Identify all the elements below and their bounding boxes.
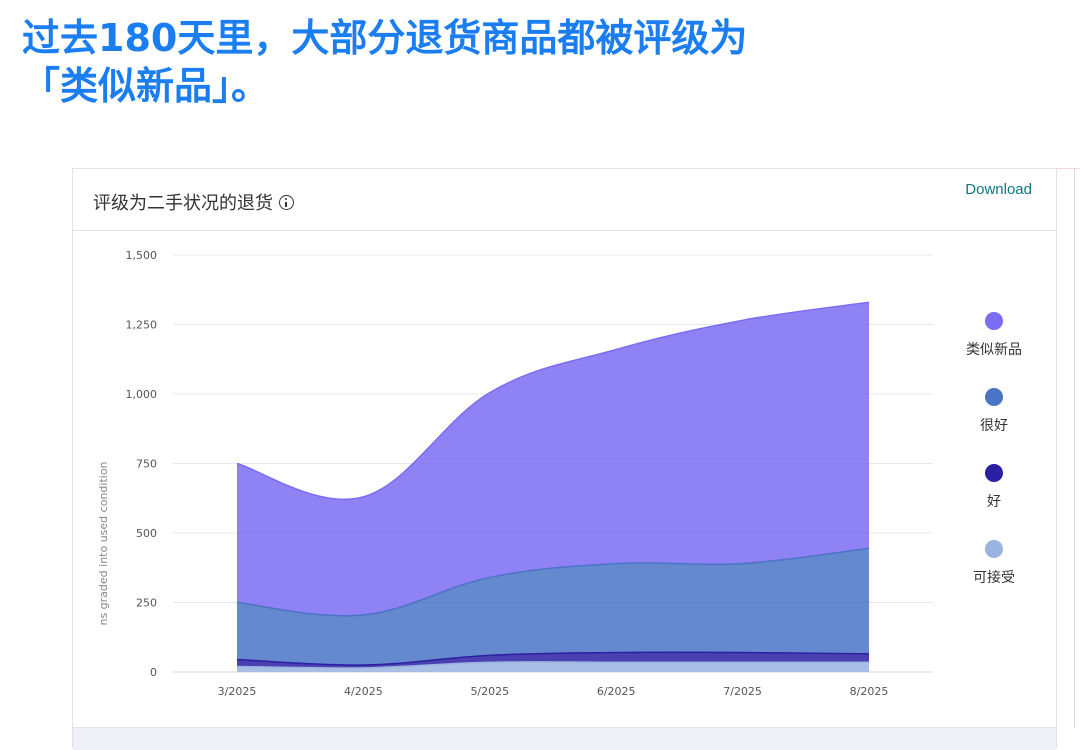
legend-label[interactable]: 好	[987, 494, 1001, 510]
x-axis: 3/2025 4/2025 5/2025 6/2025 7/2025 8/2025	[218, 685, 889, 698]
legend-swatch[interactable]	[985, 312, 1003, 330]
legend-label[interactable]: 可接受	[973, 569, 1015, 586]
card-right-edge	[1074, 168, 1075, 728]
chart-legend: 类似新品很好好可接受	[966, 312, 1022, 586]
card-footer-bar	[73, 727, 1056, 750]
legend-swatch[interactable]	[985, 464, 1003, 482]
y-tick-label: 250	[136, 597, 157, 610]
legend-label[interactable]: 类似新品	[966, 342, 1022, 358]
y-tick-label: 1,500	[126, 249, 158, 262]
legend-label[interactable]: 很好	[980, 418, 1008, 434]
legend-swatch[interactable]	[985, 388, 1003, 406]
y-tick-label: 500	[136, 527, 157, 540]
y-tick-label: 750	[136, 458, 157, 471]
y-tick-label: 1,000	[126, 388, 158, 401]
x-tick-label: 7/2025	[723, 685, 762, 698]
legend-swatch[interactable]	[985, 540, 1003, 558]
page-headline: 过去180天里，大部分退货商品都被评级为 「类似新品」。	[22, 14, 1022, 110]
x-tick-label: 6/2025	[597, 685, 636, 698]
x-tick-label: 3/2025	[218, 685, 257, 698]
x-tick-label: 5/2025	[470, 685, 509, 698]
x-tick-label: 4/2025	[344, 685, 383, 698]
chart-card: 评级为二手状况的退货 Download 3/2025 4/2025 5/2025 6/…	[72, 168, 1057, 750]
y-tick-label: 1,250	[126, 319, 158, 332]
x-tick-label: 8/2025	[850, 685, 889, 698]
y-axis-title: ns graded into used condition	[97, 461, 110, 625]
headline-line-1: 过去180天里，大部分退货商品都被评级为	[22, 16, 748, 60]
headline-line-2: 「类似新品」。	[22, 64, 270, 108]
y-axis: 0 250 500 750 1,000 1,250 1,500	[126, 249, 158, 679]
y-tick-label: 0	[150, 666, 157, 679]
area-chart: 3/2025 4/2025 5/2025 6/2025 7/2025 8/2025 0 25…	[97, 249, 1022, 698]
chart-areas	[236, 301, 870, 672]
